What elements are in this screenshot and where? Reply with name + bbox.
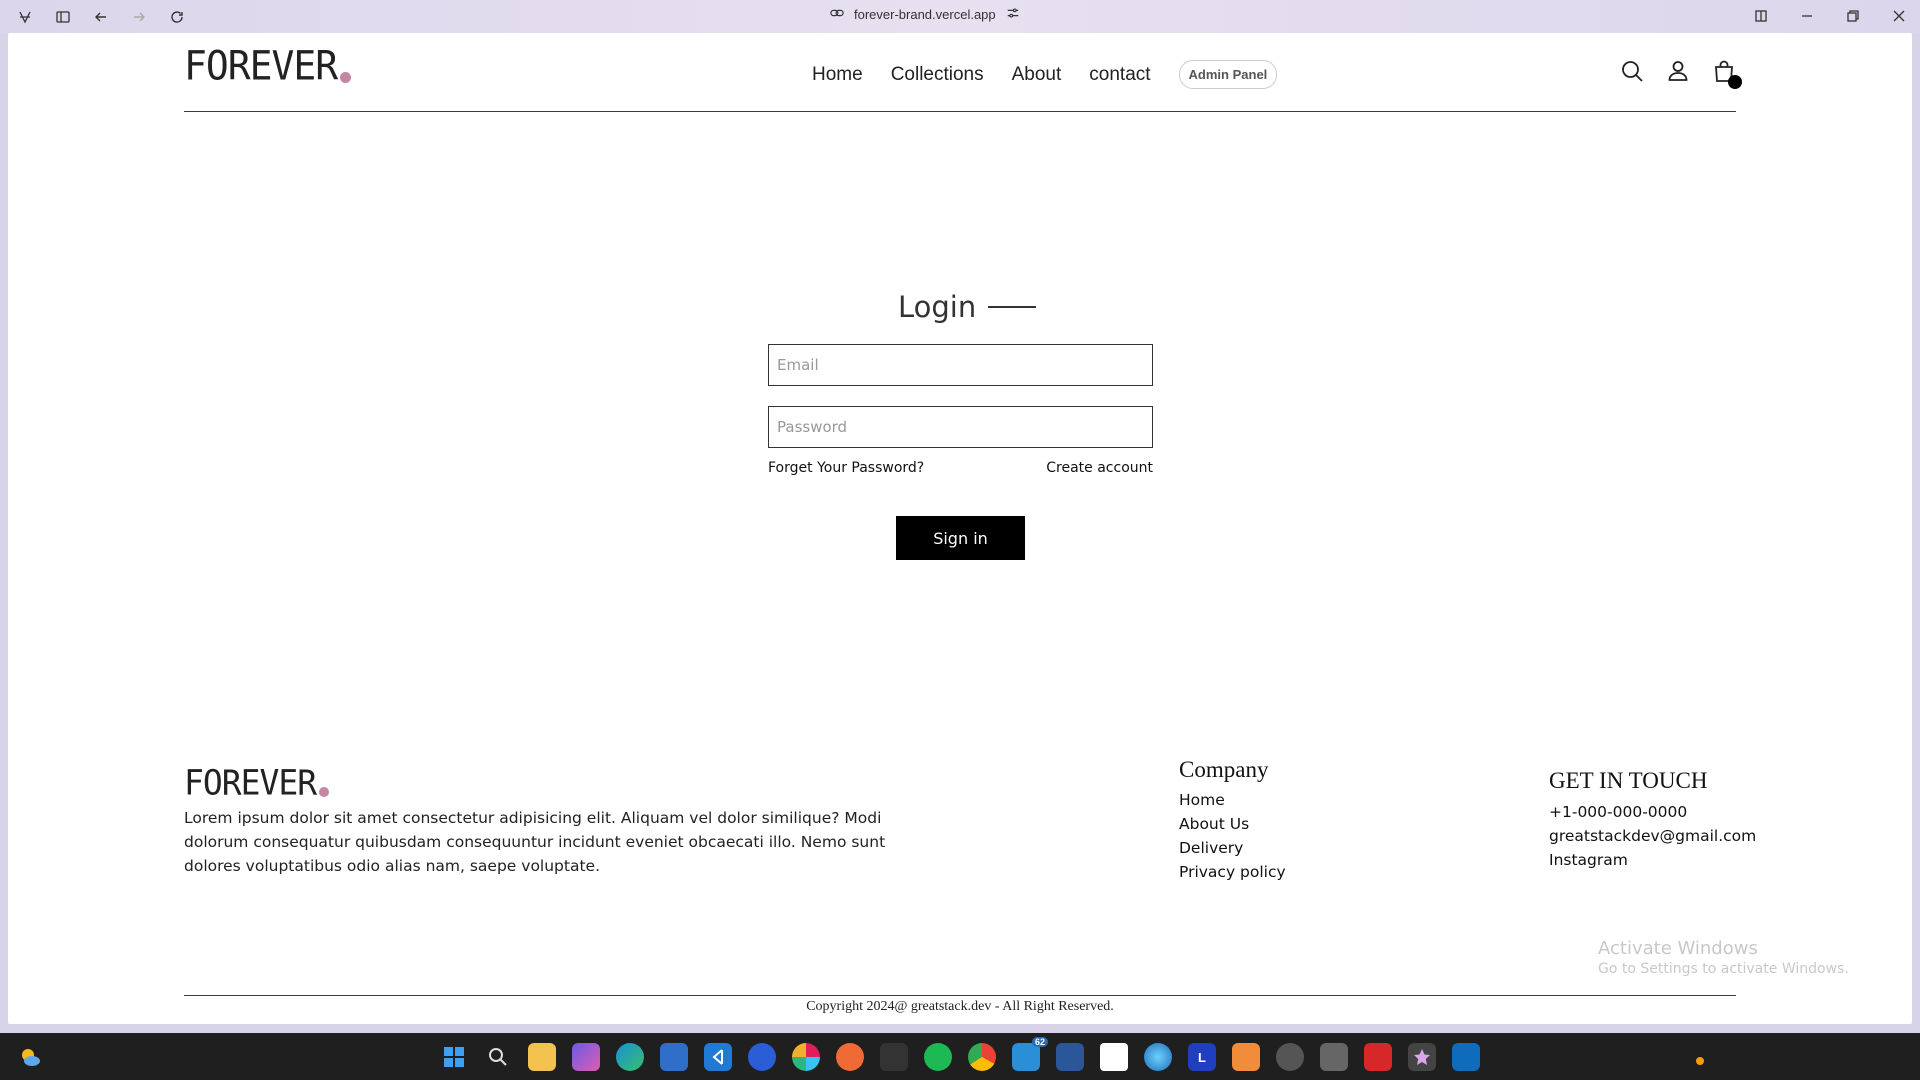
reload-icon[interactable]	[166, 6, 188, 28]
contact-list: +1-000-000-0000 greatstackdev@gmail.com …	[1549, 800, 1756, 872]
chrome-icon[interactable]	[968, 1043, 996, 1071]
sign-in-button[interactable]: Sign in	[896, 516, 1025, 560]
vscode-icon[interactable]	[704, 1043, 732, 1071]
brand-logo[interactable]: FOREVER	[184, 42, 352, 90]
taskbar-apps: 62 L	[440, 1037, 1480, 1071]
tray-notification-dot	[1696, 1057, 1704, 1065]
company-title: Company	[1179, 757, 1269, 782]
notification-count: 62	[1031, 1037, 1048, 1047]
footer-link-about-us[interactable]: About Us	[1179, 812, 1286, 836]
footer-description: Lorem ipsum dolor sit amet consectetur a…	[184, 809, 886, 875]
start-icon[interactable]	[440, 1043, 468, 1071]
watermark-line-1: Activate Windows	[1598, 938, 1758, 959]
outlook-icon[interactable]	[1452, 1043, 1480, 1071]
email-field[interactable]	[768, 344, 1153, 386]
sidebar-toggle-icon[interactable]	[52, 6, 74, 28]
footer-logo: FOREVER	[184, 762, 330, 803]
activate-windows-watermark: Activate Windows Go to Settings to activ…	[1598, 938, 1849, 977]
nav-link-collections[interactable]: Collections	[891, 64, 984, 86]
user-icon[interactable]	[1666, 59, 1690, 83]
restore-icon[interactable]	[1842, 5, 1864, 27]
login-links: Forget Your Password? Create account	[768, 460, 1153, 476]
main-menu: Home Collections About contact Admin Pan…	[812, 60, 1278, 89]
create-account-link[interactable]: Create account	[1046, 460, 1153, 476]
logo-text: FOREVER	[184, 42, 338, 90]
password-field[interactable]	[768, 406, 1153, 448]
messaging-icon[interactable]: 62	[1012, 1037, 1048, 1071]
footer-link-delivery[interactable]: Delivery	[1179, 836, 1286, 860]
forgot-password-link[interactable]: Forget Your Password?	[768, 460, 924, 476]
company-links: Home About Us Delivery Privacy policy	[1179, 788, 1286, 884]
nav-link-home[interactable]: Home	[812, 64, 863, 86]
title-underline	[988, 306, 1037, 308]
admin-panel-button[interactable]: Admin Panel	[1178, 60, 1278, 89]
notion-icon[interactable]	[1100, 1043, 1128, 1071]
forward-icon[interactable]	[128, 6, 150, 28]
login-heading: Login	[898, 290, 1037, 324]
web-page: FOREVER Home Collections About contact A…	[8, 33, 1912, 1024]
store-icon[interactable]	[660, 1043, 688, 1071]
link-icon	[830, 6, 844, 23]
phone-link-icon[interactable]	[1320, 1043, 1348, 1071]
footer-link-privacy-policy[interactable]: Privacy policy	[1179, 860, 1286, 884]
nav-icons	[1620, 59, 1742, 89]
back-icon[interactable]	[90, 6, 112, 28]
search-icon[interactable]	[1620, 59, 1644, 83]
word-icon[interactable]	[1056, 1043, 1084, 1071]
weather-icon[interactable]	[18, 1045, 42, 1069]
postman-icon[interactable]	[836, 1043, 864, 1071]
logo-dot	[340, 72, 352, 83]
close-icon[interactable]	[1888, 5, 1910, 27]
watermark-line-2: Go to Settings to activate Windows.	[1598, 961, 1849, 977]
cart-count-badge	[1728, 75, 1742, 89]
app-icon-blue[interactable]	[748, 1043, 776, 1071]
slack-icon[interactable]	[792, 1043, 820, 1071]
footer-divider	[184, 995, 1736, 996]
contact-email[interactable]: greatstackdev@gmail.com	[1549, 824, 1756, 848]
search-taskbar-icon[interactable]	[484, 1043, 512, 1071]
url-text: forever-brand.vercel.app	[854, 7, 996, 22]
contact-title: GET IN TOUCH	[1549, 768, 1708, 793]
settings-icon[interactable]	[1276, 1043, 1304, 1071]
nav-link-about[interactable]: About	[1012, 64, 1062, 86]
bag-icon[interactable]	[1712, 59, 1742, 89]
spotify-icon[interactable]	[924, 1043, 952, 1071]
red-app-icon[interactable]	[1364, 1043, 1392, 1071]
copilot-icon[interactable]	[572, 1043, 600, 1071]
l-app-icon[interactable]: L	[1188, 1043, 1216, 1071]
globe-app-icon[interactable]	[1144, 1043, 1172, 1071]
footer-logo-text: FOREVER	[184, 762, 317, 803]
browser-toolbar: forever-brand.vercel.app	[0, 0, 1920, 33]
site-settings-icon[interactable]	[1006, 6, 1020, 23]
contact-instagram[interactable]: Instagram	[1549, 848, 1756, 872]
footer-link-home[interactable]: Home	[1179, 788, 1286, 812]
footer-logo-dot	[319, 787, 330, 797]
minimize-icon[interactable]	[1796, 5, 1818, 27]
browser-menu-icon[interactable]	[14, 6, 36, 28]
edge-icon[interactable]	[616, 1043, 644, 1071]
xampp-icon[interactable]	[1232, 1043, 1260, 1071]
address-bar[interactable]: forever-brand.vercel.app	[830, 6, 1020, 23]
contact-phone: +1-000-000-0000	[1549, 803, 1688, 821]
file-explorer-icon[interactable]	[528, 1043, 556, 1071]
split-view-icon[interactable]	[1750, 5, 1772, 27]
app-icon-dark[interactable]	[880, 1043, 908, 1071]
copyright-text: Copyright 2024@ greatstack.dev - All Rig…	[806, 999, 1114, 1014]
login-title: Login	[898, 290, 977, 324]
nav-link-contact[interactable]: contact	[1089, 64, 1150, 86]
navbar: FOREVER Home Collections About contact A…	[184, 33, 1742, 112]
active-browser-icon[interactable]	[1408, 1043, 1436, 1071]
windows-taskbar: 62 L	[0, 1033, 1920, 1080]
